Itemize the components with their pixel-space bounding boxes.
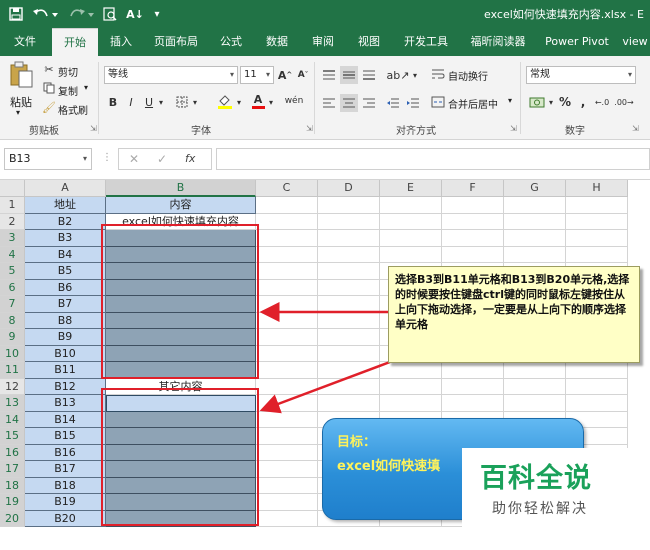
arrow-to-second-range bbox=[259, 360, 391, 414]
goal-text: excel如何快速填 bbox=[337, 459, 441, 474]
instruction-callout: 选择B3到B11单元格和B13到B20单元格,选择的时候要按住键盘ctrl键的同… bbox=[388, 266, 640, 363]
watermark-logo: 百科全说 助你轻松解决 bbox=[462, 448, 640, 530]
watermark-title: 百科全说 bbox=[480, 463, 592, 494]
goal-title: 目标： bbox=[337, 435, 377, 450]
callout-text: 选择B3到B11单元格和B13到B20单元格,选择的时候要按住键盘ctrl键的同… bbox=[395, 273, 630, 331]
watermark-subtitle: 助你轻松解决 bbox=[492, 501, 588, 517]
